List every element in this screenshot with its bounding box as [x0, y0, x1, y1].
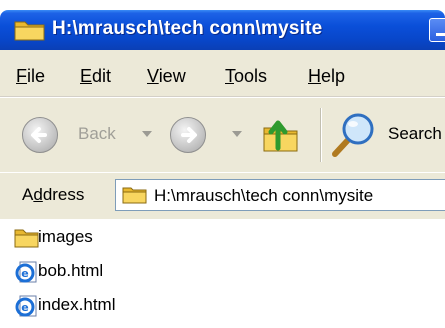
menu-bar: File Edit View Tools Help — [0, 50, 445, 97]
search-icon[interactable] — [330, 110, 378, 158]
address-bar: Address H:\mrausch\tech conn\mysite — [0, 172, 445, 220]
forward-arrow-icon — [181, 127, 197, 143]
file-name: images — [38, 227, 93, 246]
title-bar[interactable]: H:\mrausch\tech conn\mysite — [0, 10, 445, 50]
file-name: index.html — [38, 295, 116, 314]
folder-icon — [14, 21, 45, 41]
search-button-label[interactable]: Search — [388, 124, 442, 144]
back-button[interactable] — [22, 117, 58, 153]
up-folder-icon[interactable] — [262, 112, 302, 156]
toolbar: Back Search — [0, 97, 445, 173]
back-dropdown-icon[interactable] — [142, 131, 152, 137]
ie-document-icon: e — [15, 295, 37, 317]
forward-button[interactable] — [170, 117, 206, 153]
back-arrow-icon — [31, 127, 47, 143]
menu-help[interactable]: Help — [308, 66, 345, 87]
back-label[interactable]: Back — [78, 124, 116, 144]
address-value[interactable]: H:\mrausch\tech conn\mysite — [154, 186, 373, 206]
ie-document-icon: e — [15, 261, 37, 283]
address-input[interactable]: H:\mrausch\tech conn\mysite — [115, 179, 445, 211]
minimize-button[interactable] — [429, 18, 445, 42]
svg-text:e: e — [21, 301, 28, 314]
address-label: Address — [22, 185, 85, 204]
forward-dropdown-icon[interactable] — [232, 131, 242, 137]
menu-file[interactable]: File — [16, 66, 45, 87]
menu-edit[interactable]: Edit — [80, 66, 111, 87]
svg-text:e: e — [21, 267, 28, 280]
file-list: images e bob.html e index.html — [0, 219, 445, 328]
toolbar-separator — [320, 108, 322, 162]
file-name: bob.html — [38, 261, 104, 280]
folder-icon — [14, 229, 39, 248]
menu-tools[interactable]: Tools — [225, 66, 267, 87]
menu-view[interactable]: View — [147, 66, 186, 87]
window-title: H:\mrausch\tech conn\mysite — [52, 18, 323, 39]
folder-icon — [122, 187, 147, 204]
